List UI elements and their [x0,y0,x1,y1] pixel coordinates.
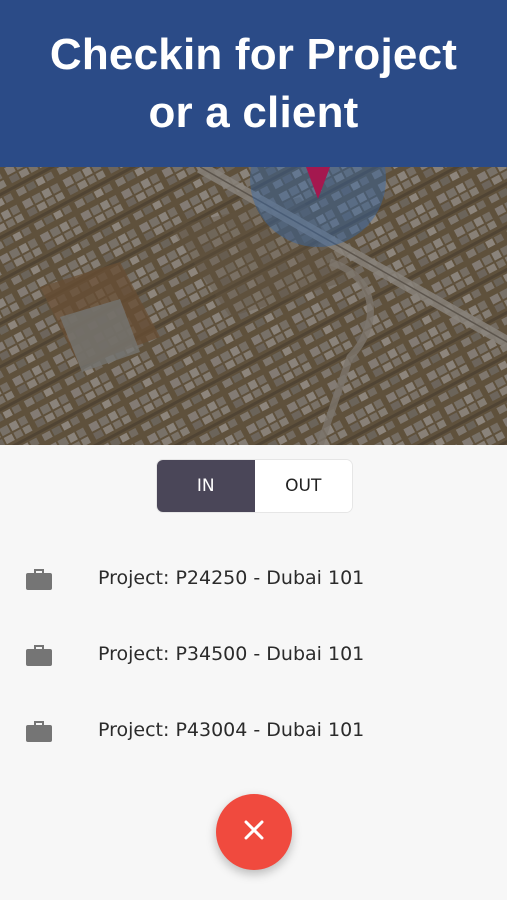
close-icon [242,818,266,847]
project-list-item[interactable]: Project: P34500 - Dubai 101 [0,616,507,692]
project-list-item[interactable]: Project: P24250 - Dubai 101 [0,540,507,616]
briefcase-icon [24,563,54,593]
satellite-map[interactable] [0,167,507,445]
checkin-toggle[interactable]: IN OUT [157,460,352,512]
banner-title: Checkin for Project or a client [50,26,457,142]
banner-title-line-1: Checkin for Project [49,29,458,79]
project-label: Project: P34500 - Dubai 101 [98,643,365,665]
check-in-button[interactable]: IN [157,460,255,512]
briefcase-icon [24,715,54,745]
banner-title-line-2: or a client [148,87,359,137]
promo-banner: Checkin for Project or a client [0,0,507,167]
project-list-item[interactable]: Project: P43004 - Dubai 101 [0,692,507,768]
project-label: Project: P24250 - Dubai 101 [98,567,365,589]
map-dim-overlay [0,167,507,445]
close-fab-button[interactable] [216,794,292,870]
check-out-button[interactable]: OUT [254,460,352,512]
briefcase-icon [24,639,54,669]
project-list: Project: P24250 - Dubai 101 Project: P34… [0,540,507,768]
project-label: Project: P43004 - Dubai 101 [98,719,365,741]
